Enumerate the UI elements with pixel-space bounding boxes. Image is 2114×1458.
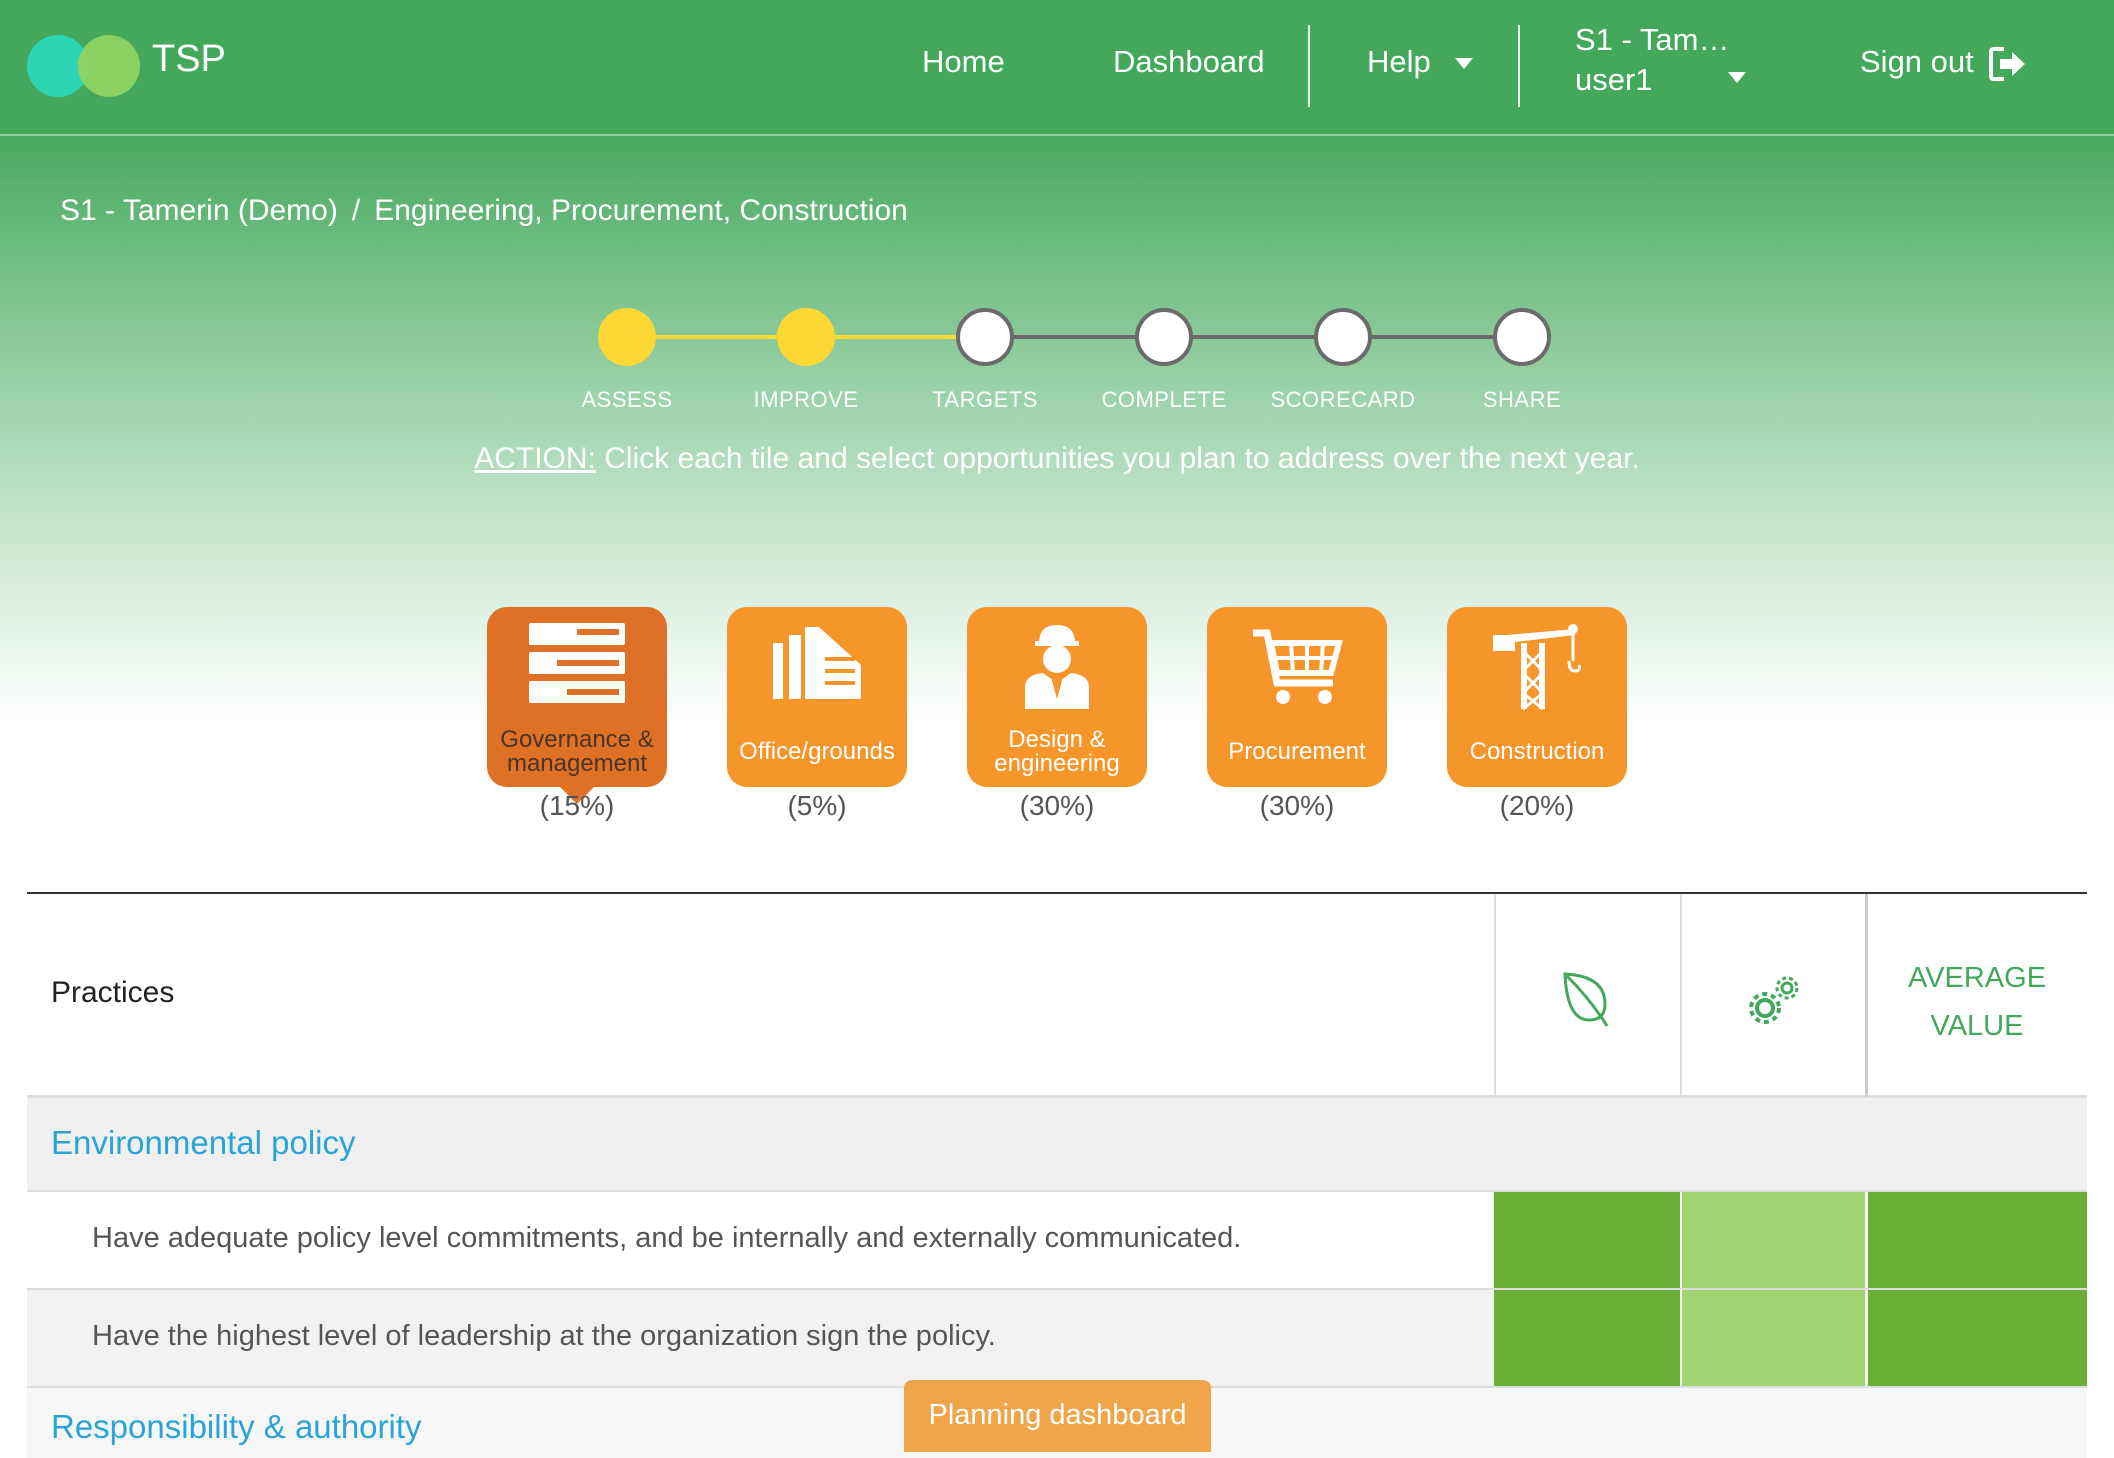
table-row[interactable]: Have adequate policy level commitments, … (27, 1192, 2087, 1290)
step-label-assess: ASSESS (581, 387, 673, 412)
breadcrumb-sector: Engineering, Procurement, Construction (374, 194, 908, 227)
tile-percent: (30%) (1259, 790, 1335, 821)
header-avg-line2: VALUE (1930, 1010, 2024, 1042)
section-title[interactable]: Environmental policy (51, 1124, 355, 1162)
score-cell-average (1868, 1192, 2087, 1288)
brand-name[interactable]: TSP (152, 38, 226, 81)
tile-label-line2: engineering (994, 750, 1120, 777)
table-row[interactable]: Have the highest level of leadership at … (27, 1290, 2087, 1388)
tile-percent: (20%) (1499, 790, 1575, 821)
step-dot-improve[interactable] (777, 308, 835, 366)
score-cell-average (1868, 1290, 2087, 1386)
nav-home[interactable]: Home (922, 44, 1005, 80)
tile-label-line1: Construction (1469, 738, 1605, 765)
table-header: Practices AVERAGE VALUE (27, 892, 2087, 1098)
tile-percent: (30%) (1019, 790, 1095, 821)
step-label-scorecard: SCORECARD (1270, 387, 1416, 412)
tile-governance-management[interactable]: Governance & management (487, 607, 667, 787)
step-dot-scorecard[interactable] (1314, 308, 1372, 366)
nav-divider (1308, 25, 1310, 107)
step-label-share: SHARE (1482, 387, 1562, 412)
tile-label-line1: Design & (1008, 726, 1106, 753)
score-cell-operations (1682, 1290, 1865, 1386)
section-environmental-policy[interactable]: Environmental policy (27, 1098, 2087, 1192)
engineer-icon (1025, 625, 1089, 709)
sign-out-icon[interactable] (1988, 46, 2028, 82)
breadcrumb-org[interactable]: S1 - Tamerin (Demo) (60, 194, 338, 227)
tile-office-grounds[interactable]: Office/grounds (727, 607, 907, 787)
step-dot-targets[interactable] (956, 308, 1014, 366)
user-name: user1 (1575, 62, 1653, 97)
score-cell-environment (1494, 1290, 1680, 1386)
server-stack-icon (529, 623, 625, 703)
step-dot-assess[interactable] (598, 308, 656, 366)
score-cell-environment (1494, 1192, 1680, 1288)
breadcrumb-separator: / (351, 194, 361, 227)
buildings-icon (773, 627, 861, 699)
leaf-icon[interactable] (1561, 970, 1613, 1028)
chevron-down-icon (1728, 72, 1746, 83)
planning-dashboard-button[interactable]: Planning dashboard (904, 1380, 1211, 1452)
action-instruction: ACTION: Click each tile and select oppor… (0, 442, 2114, 476)
tile-percent: (5%) (787, 790, 847, 821)
tile-label-line1: Office/grounds (739, 738, 895, 765)
section-title[interactable]: Responsibility & authority (51, 1408, 422, 1446)
practice-text: Have adequate policy level commitments, … (92, 1222, 1242, 1254)
step-dot-complete[interactable] (1135, 308, 1193, 366)
top-navbar: TSP Home Dashboard Help S1 - Tam… user1 … (0, 0, 2114, 136)
header-avg-line1: AVERAGE (1907, 962, 2047, 994)
practice-text: Have the highest level of leadership at … (92, 1320, 996, 1352)
chevron-down-icon (1455, 58, 1474, 70)
tile-label-line1: Governance & (500, 726, 654, 753)
shopping-cart-icon (1253, 629, 1343, 704)
nav-help-label: Help (1367, 44, 1431, 79)
action-text: Click each tile and select opportunities… (595, 442, 1640, 475)
header-practices: Practices (51, 976, 175, 1009)
tile-design-engineering[interactable]: Design & engineering (967, 607, 1147, 787)
step-dot-share[interactable] (1493, 308, 1551, 366)
breadcrumb: S1 - Tamerin (Demo) / Engineering, Procure… (60, 194, 908, 228)
tile-percent: (15%) (539, 790, 615, 821)
tile-label-line1: Procurement (1228, 738, 1366, 765)
user-menu-dropdown[interactable]: S1 - Tam… user1 (1575, 20, 1746, 100)
practices-table: Practices AVERAGE VALUE Environmental po… (27, 892, 2087, 1458)
sign-out-link[interactable]: Sign out (1860, 44, 1974, 80)
tsp-logo[interactable] (27, 35, 142, 97)
crane-icon (1493, 624, 1581, 711)
nav-dashboard[interactable]: Dashboard (1113, 44, 1265, 80)
tile-construction[interactable]: Construction (1447, 607, 1627, 787)
nav-divider (1518, 25, 1520, 107)
nav-help-dropdown[interactable]: Help (1367, 44, 1474, 80)
tile-label-line2: management (506, 750, 648, 777)
header-average-value: AVERAGE VALUE (1867, 954, 2087, 1050)
step-label-improve: IMPROVE (753, 387, 859, 412)
logo-circle-green (78, 35, 140, 97)
header-divider (1494, 894, 1496, 1097)
score-cell-operations (1682, 1192, 1865, 1288)
step-label-targets: TARGETS (932, 387, 1038, 412)
step-label-complete: COMPLETE (1101, 387, 1227, 412)
user-org-name: S1 - Tam… (1575, 22, 1730, 57)
action-prefix: ACTION: (474, 442, 596, 475)
tile-procurement[interactable]: Procurement (1207, 607, 1387, 787)
gears-icon[interactable] (1747, 972, 1803, 1026)
header-divider (1680, 894, 1682, 1097)
